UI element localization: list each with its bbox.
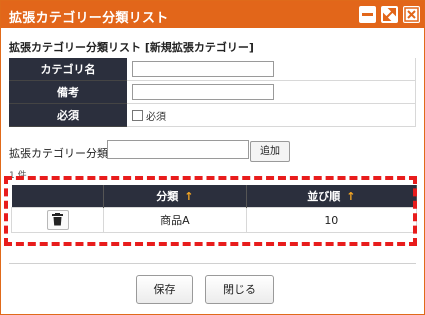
- close-button[interactable]: 閉じる: [205, 275, 274, 304]
- form-table: カテゴリ名 備考 必須 必須: [9, 58, 416, 127]
- required-checkbox[interactable]: [132, 109, 143, 121]
- form-row-remarks: 備考: [9, 80, 416, 104]
- category-name-cell: [127, 58, 416, 81]
- window-title: 拡張カテゴリー分類リスト: [9, 11, 169, 26]
- required-cell: 必須: [127, 103, 416, 127]
- extended-category-input[interactable]: [107, 140, 249, 159]
- form-row-category-name: カテゴリ名: [9, 58, 416, 81]
- dialog-window: 拡張カテゴリー分類リスト 拡張カテゴリー分類リスト [新規拡張カテゴリー] カテ…: [0, 0, 425, 315]
- form-subtitle: 拡張カテゴリー分類リスト [新規拡張カテゴリー]: [9, 41, 254, 54]
- category-name-label: カテゴリ名: [9, 58, 127, 81]
- close-icon[interactable]: [403, 6, 420, 23]
- maximize-icon[interactable]: [381, 6, 398, 23]
- footer-divider: [9, 263, 416, 264]
- required-checkbox-label[interactable]: 必須: [146, 112, 166, 123]
- highlight-box: [4, 176, 417, 246]
- remarks-cell: [127, 80, 416, 104]
- required-label: 必須: [9, 103, 127, 127]
- title-bar[interactable]: 拡張カテゴリー分類リスト: [1, 1, 424, 28]
- extended-category-label: 拡張カテゴリー分類: [9, 147, 108, 160]
- add-button[interactable]: 追加: [250, 141, 290, 162]
- remarks-input[interactable]: [132, 84, 274, 100]
- category-name-input[interactable]: [132, 61, 274, 77]
- form-row-required: 必須 必須: [9, 103, 416, 127]
- remarks-label: 備考: [9, 80, 127, 104]
- save-button[interactable]: 保存: [136, 275, 193, 304]
- minimize-icon[interactable]: [359, 6, 376, 23]
